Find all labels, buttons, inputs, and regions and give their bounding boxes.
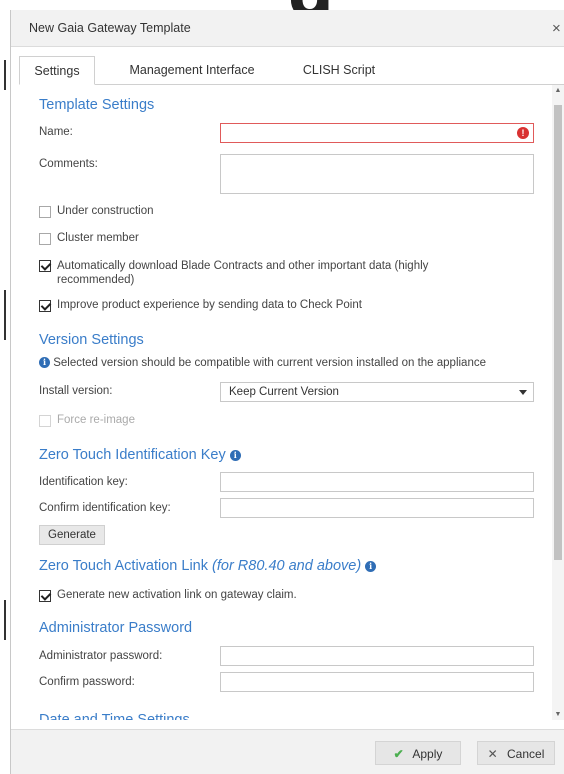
template-settings-title: Template Settings: [39, 97, 155, 113]
checkbox-box[interactable]: [39, 206, 51, 218]
template-dialog: New Gaia Gateway Template × Settings Man…: [10, 10, 564, 774]
ztik-title: Zero Touch Identification Key i: [39, 447, 241, 463]
checkbox-label: Improve product experience by sending da…: [57, 299, 362, 311]
ztik-title-text: Zero Touch Identification Key: [39, 447, 226, 463]
cancel-label: Cancel: [507, 747, 545, 761]
confirm-identification-key-input[interactable]: [220, 498, 534, 518]
info-icon[interactable]: i: [365, 560, 377, 572]
ztal-title-note: (for R80.40 and above): [212, 558, 362, 574]
confirm-identification-key-label: Confirm identification key:: [39, 502, 171, 514]
admin-password-input[interactable]: [220, 646, 534, 666]
identification-key-input[interactable]: [220, 472, 534, 492]
edge-mark: [4, 600, 6, 640]
tab-clish-script[interactable]: CLISH Script: [291, 56, 387, 84]
info-icon: i: [39, 357, 50, 369]
checkbox-force-reimage: Force re-image: [39, 414, 135, 427]
confirm-password-input[interactable]: [220, 672, 534, 692]
ztal-title-text: Zero Touch Activation Link: [39, 558, 208, 574]
checkbox-generate-activation-link[interactable]: Generate new activation link on gateway …: [39, 589, 297, 602]
scroll-up-icon[interactable]: ▲: [552, 87, 564, 94]
cancel-button[interactable]: ✕ Cancel: [477, 741, 555, 765]
checkbox-box[interactable]: [39, 590, 51, 602]
info-icon[interactable]: i: [229, 449, 241, 461]
checkbox-box[interactable]: [39, 233, 51, 245]
name-input[interactable]: [220, 123, 534, 143]
settings-panel: Template Settings Name: ! Comments: Unde…: [11, 85, 552, 720]
checkbox-auto-download[interactable]: Automatically download Blade Contracts a…: [39, 259, 519, 287]
dialog-footer: ✔ Apply ✕ Cancel: [11, 729, 564, 774]
comments-label: Comments:: [39, 158, 98, 170]
check-icon: ✔: [393, 747, 404, 761]
dialog-title: New Gaia Gateway Template: [29, 21, 191, 35]
left-window-edge: [0, 0, 10, 774]
confirm-password-label: Confirm password:: [39, 676, 135, 688]
edge-mark: [4, 60, 6, 90]
install-version-select[interactable]: Keep Current Version: [220, 382, 534, 402]
checkbox-label: Generate new activation link on gateway …: [57, 589, 297, 601]
comments-textarea[interactable]: [220, 154, 534, 194]
chevron-down-icon: [519, 390, 527, 395]
date-time-title: Date and Time Settings: [39, 712, 190, 720]
vertical-scrollbar[interactable]: ▲ ▼: [552, 85, 564, 720]
checkbox-label: Automatically download Blade Contracts a…: [57, 260, 429, 286]
version-info-note: i Selected version should be compatible …: [39, 357, 486, 369]
identification-key-label: Identification key:: [39, 476, 128, 488]
generate-button[interactable]: Generate: [39, 525, 105, 545]
scrollbar-thumb[interactable]: [554, 105, 562, 560]
close-icon[interactable]: ×: [552, 20, 564, 37]
version-settings-title: Version Settings: [39, 332, 144, 348]
admin-password-label: Administrator password:: [39, 650, 163, 662]
dialog-titlebar: New Gaia Gateway Template ×: [11, 10, 564, 47]
install-version-value: Keep Current Version: [229, 386, 339, 398]
checkbox-label: Force re-image: [57, 414, 135, 426]
checkbox-cluster-member[interactable]: Cluster member: [39, 232, 139, 245]
ztal-title: Zero Touch Activation Link (for R80.40 a…: [39, 558, 377, 574]
checkbox-box[interactable]: [39, 300, 51, 312]
checkbox-label: Cluster member: [57, 232, 139, 244]
tab-bar: Settings Management Interface CLISH Scri…: [19, 56, 564, 85]
version-info-text: Selected version should be compatible wi…: [53, 357, 486, 369]
close-icon: ✕: [487, 747, 498, 761]
name-label: Name:: [39, 126, 73, 138]
tab-management-interface[interactable]: Management Interface: [117, 56, 267, 84]
admin-password-title: Administrator Password: [39, 620, 193, 636]
checkbox-box[interactable]: [39, 260, 51, 272]
checkbox-box: [39, 415, 51, 427]
install-version-label: Install version:: [39, 385, 113, 397]
edge-mark: [4, 290, 6, 340]
checkbox-improve-experience[interactable]: Improve product experience by sending da…: [39, 299, 362, 312]
apply-button[interactable]: ✔ Apply: [375, 741, 461, 765]
tab-settings[interactable]: Settings: [19, 56, 95, 85]
checkbox-under-construction[interactable]: Under construction: [39, 205, 154, 218]
scroll-down-icon[interactable]: ▼: [552, 711, 564, 718]
checkbox-label: Under construction: [57, 205, 154, 217]
apply-label: Apply: [412, 747, 443, 761]
error-icon: !: [517, 127, 529, 139]
